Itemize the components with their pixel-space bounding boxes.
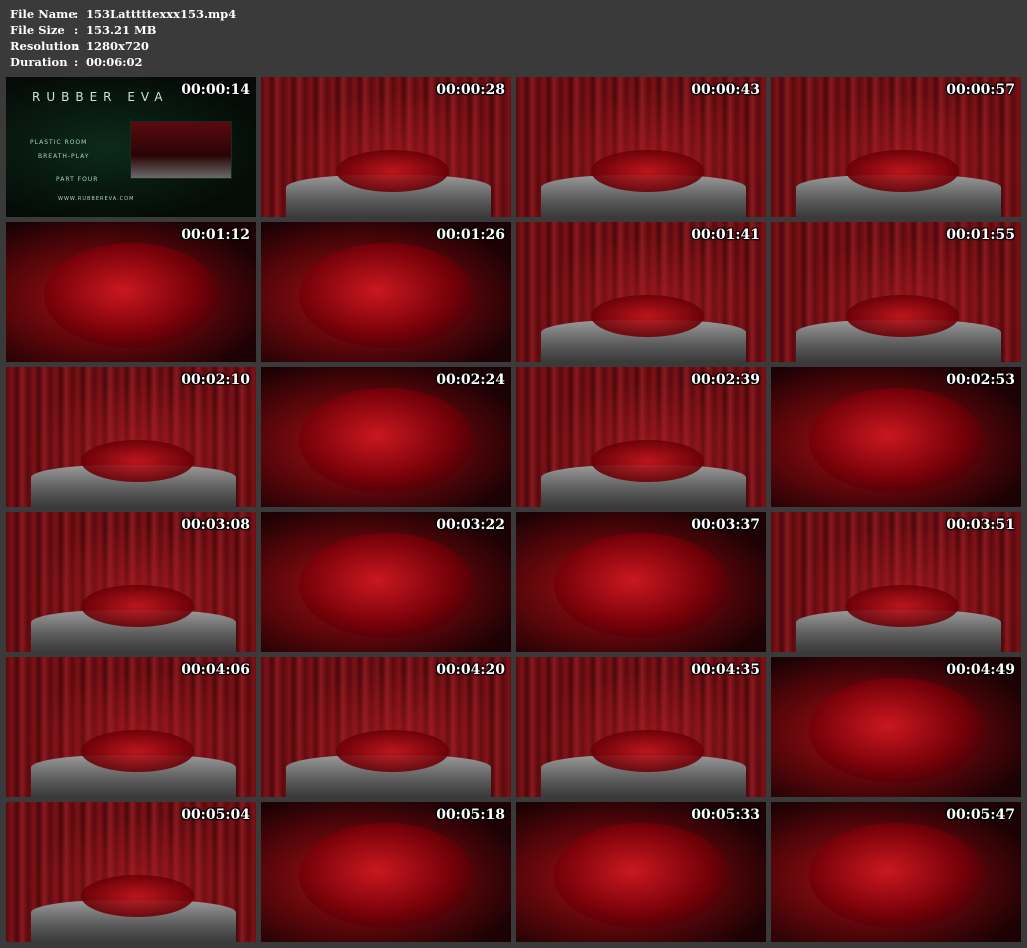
figure-shape <box>591 439 704 482</box>
figure-shape <box>298 243 474 348</box>
file-name-value: 153Latttttexxx153.mp4 <box>86 7 237 21</box>
thumbnail-frame[interactable]: 00:05:04 <box>6 802 256 942</box>
title-line-2: BREATH-PLAY <box>38 153 90 160</box>
duration-label: Duration <box>10 55 68 69</box>
thumbnail-frame[interactable]: 00:03:22 <box>261 512 511 652</box>
figure-shape <box>336 149 449 192</box>
thumbnail-frame[interactable]: 00:04:20 <box>261 657 511 797</box>
thumbnail-frame[interactable]: 00:05:47 <box>771 802 1021 942</box>
figure-shape <box>298 533 474 638</box>
thumbnail-timestamp: 00:04:49 <box>946 662 1015 678</box>
figure-shape <box>298 388 474 493</box>
thumbnail-timestamp: 00:03:08 <box>181 517 250 533</box>
figure-shape <box>553 533 729 638</box>
thumbnail-frame[interactable]: 00:00:43 <box>516 77 766 217</box>
thumbnail-timestamp: 00:03:37 <box>691 517 760 533</box>
thumbnail-timestamp: 00:03:51 <box>946 517 1015 533</box>
title-line-1: PLASTIC ROOM <box>30 139 88 146</box>
thumbnail-frame[interactable]: 00:05:18 <box>261 802 511 942</box>
thumbnail-frame[interactable]: 00:01:12 <box>6 222 256 362</box>
thumbnail-timestamp: 00:04:35 <box>691 662 760 678</box>
file-size-label: File Size <box>10 23 65 37</box>
resolution-row: Resolution : 1280x720 <box>10 38 236 54</box>
figure-shape <box>846 149 959 192</box>
thumbnail-timestamp: 00:03:22 <box>436 517 505 533</box>
figure-shape <box>591 149 704 192</box>
resolution-label: Resolution <box>10 39 80 53</box>
thumbnail-frame[interactable]: 00:01:55 <box>771 222 1021 362</box>
figure-shape <box>336 729 449 772</box>
thumbnail-frame[interactable]: 00:04:35 <box>516 657 766 797</box>
thumbnail-frame[interactable]: 00:04:49 <box>771 657 1021 797</box>
thumbnail-frame[interactable]: 00:03:08 <box>6 512 256 652</box>
separator: : <box>74 39 79 53</box>
thumbnail-timestamp: 00:01:55 <box>946 227 1015 243</box>
file-size-row: File Size : 153.21 MB <box>10 22 236 38</box>
thumbnail-timestamp: 00:04:20 <box>436 662 505 678</box>
figure-shape <box>43 243 219 348</box>
thumbnail-frame[interactable]: 00:02:10 <box>6 367 256 507</box>
thumbnail-timestamp: 00:02:10 <box>181 372 250 388</box>
thumbnail-timestamp: 00:05:18 <box>436 807 505 823</box>
thumbnail-timestamp: 00:02:39 <box>691 372 760 388</box>
contact-sheet: File Name : 153Latttttexxx153.mp4 File S… <box>0 0 1027 948</box>
file-name-label: File Name <box>10 7 76 21</box>
figure-shape <box>81 874 194 917</box>
title-line-3: PART FOUR <box>56 176 99 183</box>
thumbnail-frame[interactable]: 00:03:37 <box>516 512 766 652</box>
figure-shape <box>81 729 194 772</box>
thumbnail-frame[interactable]: 00:03:51 <box>771 512 1021 652</box>
title-site: WWW.RUBBEREVA.COM <box>58 196 135 202</box>
file-name-row: File Name : 153Latttttexxx153.mp4 <box>10 6 236 22</box>
figure-shape <box>591 729 704 772</box>
thumbnail-title-card[interactable]: RUBBER EVA PLASTIC ROOM BREATH-PLAY PART… <box>6 77 256 217</box>
thumbnail-frame[interactable]: 00:01:41 <box>516 222 766 362</box>
thumbnail-timestamp: 00:01:26 <box>436 227 505 243</box>
figure-shape <box>808 388 984 493</box>
thumbnail-frame[interactable]: 00:02:39 <box>516 367 766 507</box>
separator: : <box>74 55 79 69</box>
thumbnail-timestamp: 00:02:24 <box>436 372 505 388</box>
figure-shape <box>553 823 729 928</box>
thumbnail-timestamp: 00:00:57 <box>946 82 1015 98</box>
brand-title: RUBBER EVA <box>32 90 169 104</box>
thumbnail-frame[interactable]: 00:05:33 <box>516 802 766 942</box>
thumbnail-timestamp: 00:00:28 <box>436 82 505 98</box>
thumbnail-timestamp: 00:01:41 <box>691 227 760 243</box>
figure-shape <box>591 294 704 337</box>
figure-shape <box>81 584 194 627</box>
thumbnail-frame[interactable]: 00:02:53 <box>771 367 1021 507</box>
thumbnail-timestamp: 00:01:12 <box>181 227 250 243</box>
thumbnail-timestamp: 00:05:04 <box>181 807 250 823</box>
file-info-panel: File Name : 153Latttttexxx153.mp4 File S… <box>10 6 236 70</box>
resolution-value: 1280x720 <box>86 39 149 53</box>
file-size-value: 153.21 MB <box>86 23 157 37</box>
duration-row: Duration : 00:06:02 <box>10 54 236 70</box>
figure-shape <box>846 294 959 337</box>
thumbnail-timestamp: 00:00:43 <box>691 82 760 98</box>
thumbnail-frame[interactable]: 00:01:26 <box>261 222 511 362</box>
figure-shape <box>808 678 984 783</box>
thumbnail-frame[interactable]: 00:00:28 <box>261 77 511 217</box>
thumbnail-timestamp: 00:00:14 <box>181 82 250 98</box>
thumbnail-grid: RUBBER EVA PLASTIC ROOM BREATH-PLAY PART… <box>6 77 1021 942</box>
figure-shape <box>846 584 959 627</box>
figure-shape <box>298 823 474 928</box>
thumbnail-timestamp: 00:04:06 <box>181 662 250 678</box>
thumbnail-frame[interactable]: 00:00:57 <box>771 77 1021 217</box>
thumbnail-frame[interactable]: 00:02:24 <box>261 367 511 507</box>
thumbnail-timestamp: 00:05:47 <box>946 807 1015 823</box>
separator: : <box>74 7 79 21</box>
figure-shape <box>81 439 194 482</box>
separator: : <box>74 23 79 37</box>
duration-value: 00:06:02 <box>86 55 143 69</box>
title-inset-image <box>130 121 232 179</box>
thumbnail-timestamp: 00:05:33 <box>691 807 760 823</box>
figure-shape <box>808 823 984 928</box>
thumbnail-frame[interactable]: 00:04:06 <box>6 657 256 797</box>
thumbnail-timestamp: 00:02:53 <box>946 372 1015 388</box>
